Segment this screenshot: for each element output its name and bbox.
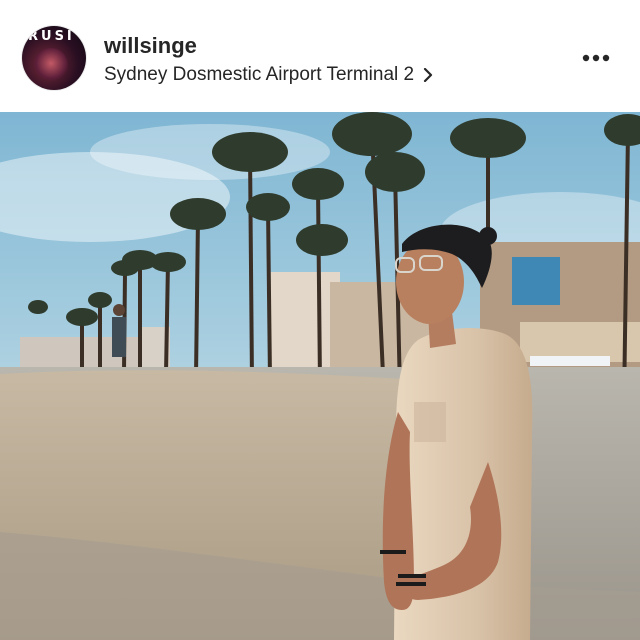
username-link[interactable]: willsinge bbox=[104, 33, 197, 59]
post-photo[interactable] bbox=[0, 112, 640, 640]
avatar-photo bbox=[34, 48, 68, 82]
chevron-right-icon bbox=[424, 68, 433, 82]
location-link[interactable]: Sydney Dosmestic Airport Terminal 2 bbox=[104, 63, 434, 87]
avatar-overlay-text: RUSI bbox=[28, 29, 75, 44]
post-header: RUSI willsinge Sydney Dosmestic Airport … bbox=[0, 0, 640, 112]
more-options-icon bbox=[582, 54, 610, 62]
more-options-button[interactable] bbox=[578, 46, 614, 70]
location-label: Sydney Dosmestic Airport Terminal 2 bbox=[104, 64, 415, 85]
avatar[interactable]: RUSI bbox=[22, 26, 86, 90]
